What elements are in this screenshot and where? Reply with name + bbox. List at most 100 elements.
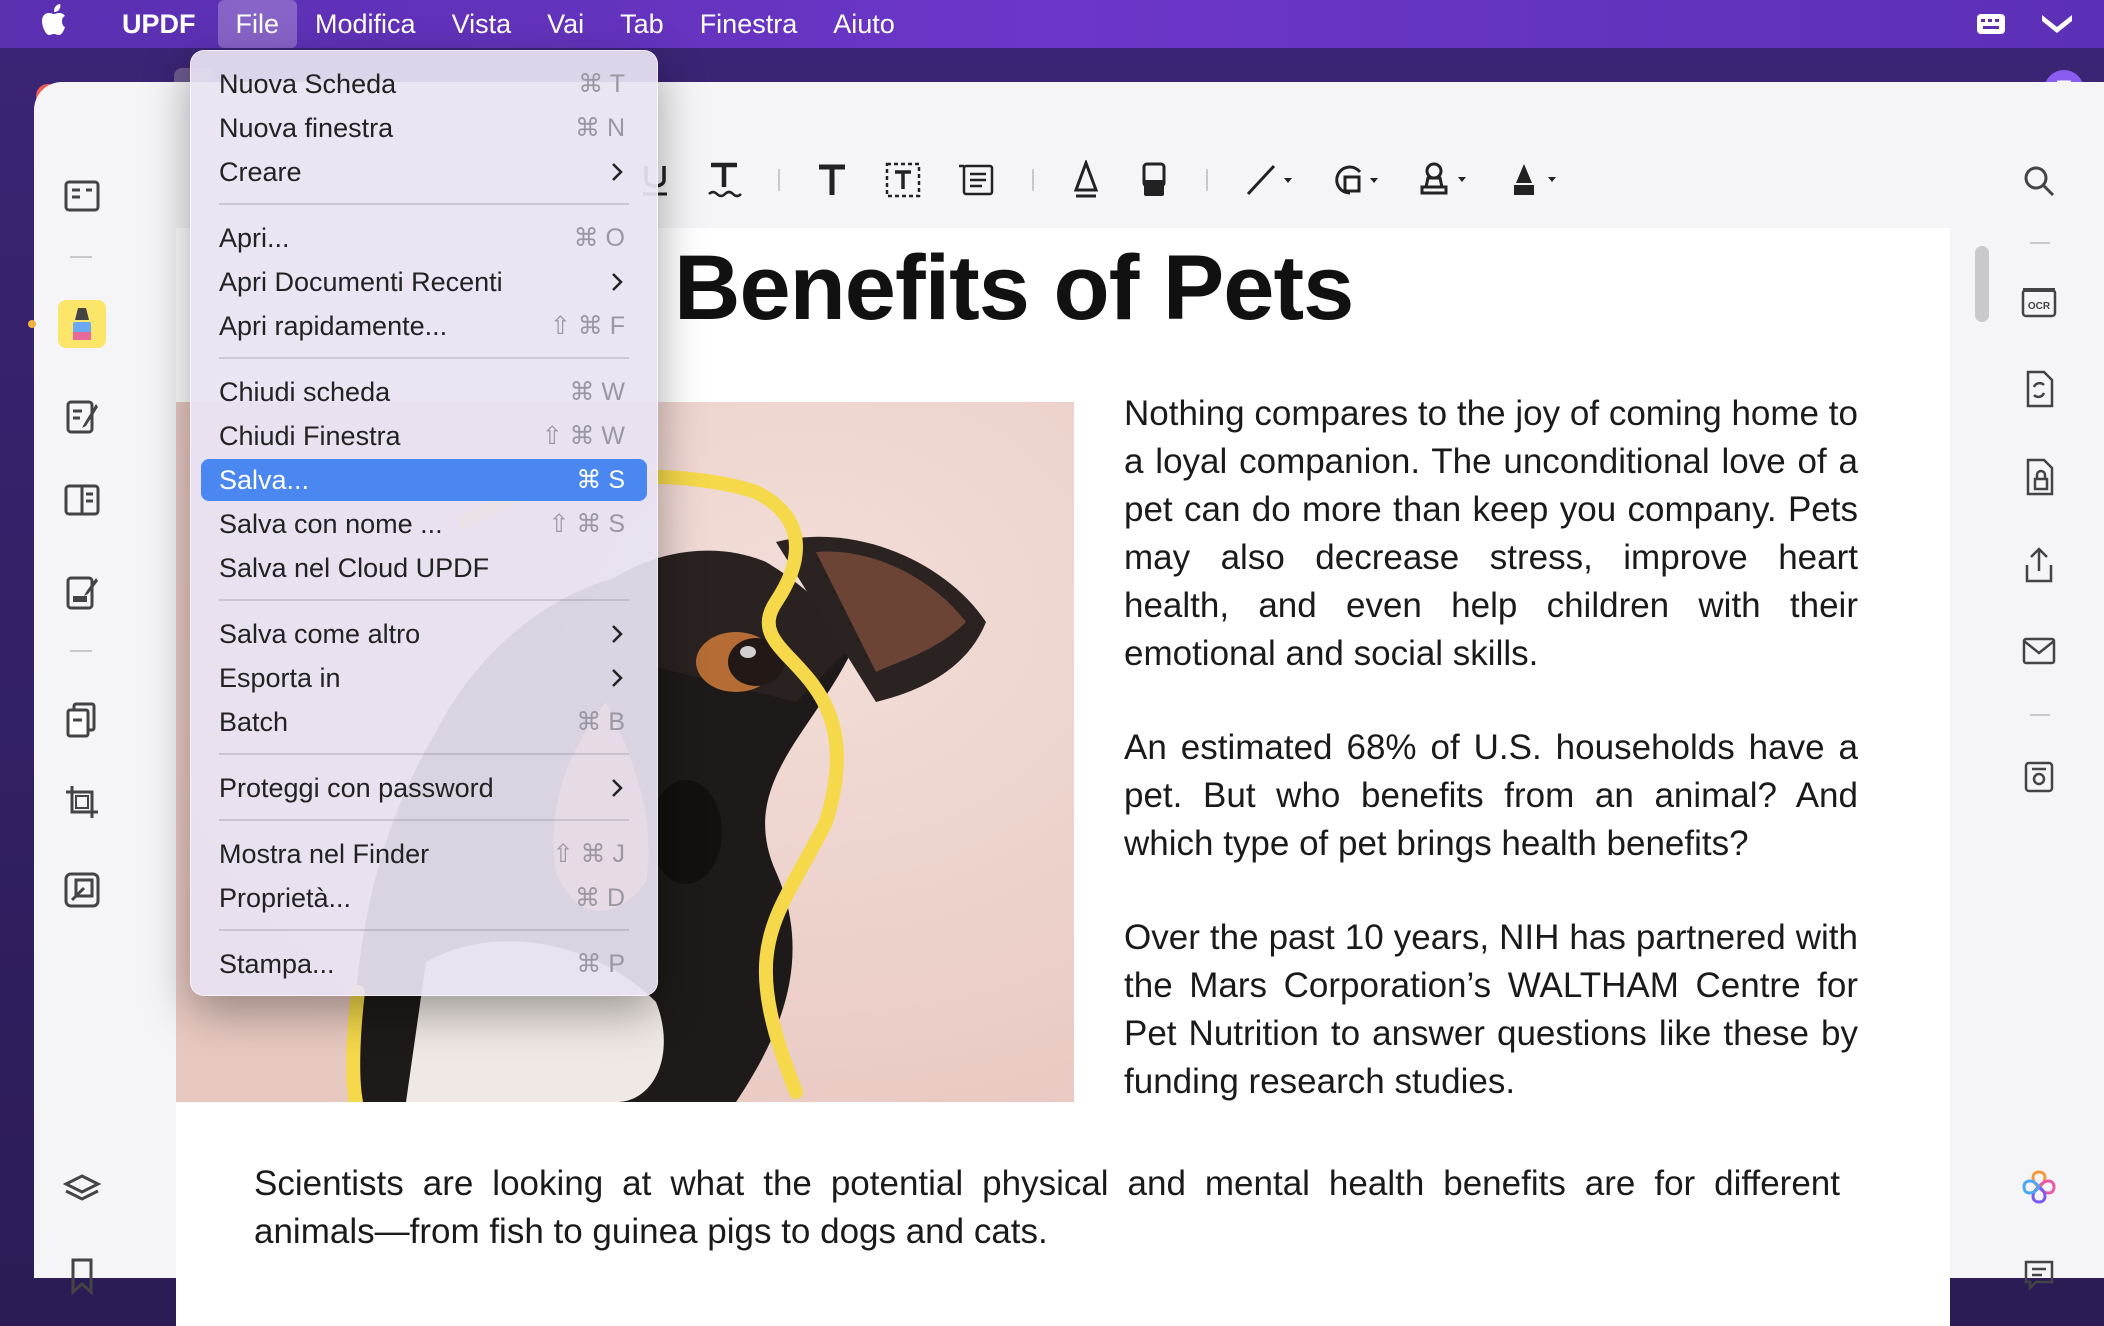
menu-item-label: Nuova finestra (219, 112, 394, 143)
text-icon[interactable] (816, 155, 848, 205)
menu-item-label: Chiudi Finestra (219, 420, 401, 451)
shortcut: ⌘ O (573, 224, 625, 252)
reader-mode-icon[interactable] (58, 172, 106, 220)
menu-vai[interactable]: Vai (529, 0, 602, 48)
signature-icon[interactable] (1508, 155, 1562, 205)
menu-item-esporta-in[interactable]: Esporta in (201, 657, 647, 699)
ocr-icon[interactable]: OCR (2018, 280, 2060, 322)
annotation-toolbar (640, 150, 1598, 210)
menu-separator (219, 929, 629, 931)
menu-file[interactable]: File (217, 0, 298, 48)
shortcut: ⌘ P (576, 950, 625, 978)
layers-icon[interactable] (58, 1166, 106, 1214)
menu-item-label: Creare (219, 156, 302, 187)
menu-tab[interactable]: Tab (602, 0, 682, 48)
compress-tools-icon[interactable] (58, 866, 106, 914)
shortcut: ⇧ ⌘ S (548, 510, 625, 538)
comment-highlighter-icon[interactable] (58, 300, 106, 348)
shortcut: ⇧ ⌘ W (541, 422, 625, 450)
ai-assistant-icon[interactable] (2018, 1166, 2060, 1208)
menu-aiuto[interactable]: Aiuto (815, 0, 913, 48)
menu-item-creare[interactable]: Creare (201, 151, 647, 193)
comment-list-icon[interactable] (2018, 1254, 2060, 1296)
updf-status-icon[interactable] (2040, 11, 2074, 37)
menu-item-salva[interactable]: Salva... ⌘ S (201, 459, 647, 501)
shape-icon[interactable] (1330, 155, 1382, 205)
paragraph-2: An estimated 68% of U.S. households have… (1124, 728, 1858, 863)
menu-item-label: Nuova Scheda (219, 68, 397, 99)
shortcut: ⌘ D (575, 884, 625, 912)
protect-pdf-icon[interactable] (2018, 456, 2060, 498)
chevron-right-icon (611, 272, 623, 292)
chevron-right-icon (611, 778, 623, 798)
menu-item-label: Proteggi con password (219, 772, 494, 803)
menu-item-nuova-finestra[interactable]: Nuova finestra ⌘ N (201, 107, 647, 149)
menu-item-proprieta[interactable]: Proprietà... ⌘ D (201, 877, 647, 919)
menu-item-chiudi-finestra[interactable]: Chiudi Finestra ⇧ ⌘ W (201, 415, 647, 457)
menu-separator (219, 753, 629, 755)
apple-icon[interactable] (36, 4, 76, 44)
menu-item-apri-documenti-recenti[interactable]: Apri Documenti Recenti (201, 261, 647, 303)
menu-item-proteggi-con-password[interactable]: Proteggi con password (201, 767, 647, 809)
chevron-right-icon (611, 162, 623, 182)
menu-item-label: Proprietà... (219, 882, 352, 913)
crop-pages-icon[interactable] (58, 778, 106, 826)
paragraph-3: Over the past 10 years, NIH has partnere… (1124, 918, 1858, 1101)
convert-pdf-icon[interactable] (2018, 368, 2060, 410)
pencil-icon[interactable] (1070, 155, 1102, 205)
stamp-icon[interactable] (1418, 155, 1472, 205)
organize-pages-icon[interactable] (58, 696, 106, 744)
menu-item-salva-nel-cloud[interactable]: Salva nel Cloud UPDF (201, 547, 647, 589)
menu-item-mostra-nel-finder[interactable]: Mostra nel Finder ⇧ ⌘ J (201, 833, 647, 875)
text-callout-icon[interactable] (958, 155, 996, 205)
menu-item-salva-con-nome[interactable]: Salva con nome ... ⇧ ⌘ S (201, 503, 647, 545)
share-icon[interactable] (2018, 544, 2060, 586)
menu-item-apri-rapidamente[interactable]: Apri rapidamente... ⇧ ⌘ F (201, 305, 647, 347)
shortcut: ⌘ S (576, 466, 625, 494)
menu-item-nuova-scheda[interactable]: Nuova Scheda ⌘ T (201, 63, 647, 105)
menu-item-chiudi-scheda[interactable]: Chiudi scheda ⌘ W (201, 371, 647, 413)
menu-updf[interactable]: UPDF (104, 0, 218, 48)
line-icon[interactable] (1244, 155, 1294, 205)
search-icon[interactable] (2018, 160, 2060, 202)
menu-item-label: Salva... (219, 464, 310, 495)
menu-bar: UPDF File Modifica Vista Vai Tab Finestr… (0, 0, 2104, 48)
bookmark-icon[interactable] (58, 1252, 106, 1300)
squiggly-text-icon[interactable] (706, 155, 742, 205)
text-box-icon[interactable] (884, 155, 922, 205)
file-dropdown-menu: Nuova Scheda ⌘ T Nuova finestra ⌘ N Crea… (190, 50, 658, 996)
menu-separator (219, 357, 629, 359)
eraser-icon[interactable] (1138, 155, 1170, 205)
keyboard-status-icon[interactable] (1976, 12, 2006, 36)
menu-item-label: Stampa... (219, 948, 335, 979)
edit-pdf-icon[interactable] (58, 392, 106, 440)
sidebar-divider (70, 650, 92, 652)
document-title: Benefits of Pets (674, 237, 1354, 339)
sidebar-divider (70, 256, 92, 258)
menu-separator (219, 599, 629, 601)
shortcut: ⇧ ⌘ J (552, 840, 625, 868)
shortcut: ⇧ ⌘ F (549, 312, 625, 340)
menu-item-label: Batch (219, 706, 289, 737)
menu-item-label: Mostra nel Finder (219, 838, 430, 869)
toolbar-divider (1206, 169, 1208, 191)
menu-item-label: Chiudi scheda (219, 376, 391, 407)
chevron-right-icon (611, 624, 623, 644)
menu-item-salva-come-altro[interactable]: Salva come altro (201, 613, 647, 655)
menu-item-batch[interactable]: Batch ⌘ B (201, 701, 647, 743)
save-icon[interactable] (2018, 756, 2060, 798)
menu-vista[interactable]: Vista (434, 0, 530, 48)
mail-icon[interactable] (2018, 630, 2060, 672)
menu-item-label: Apri Documenti Recenti (219, 266, 503, 297)
vertical-scrollbar[interactable] (1975, 246, 1989, 322)
fill-sign-icon[interactable] (58, 568, 106, 616)
page-layout-icon[interactable] (58, 476, 106, 524)
menu-item-apri[interactable]: Apri... ⌘ O (201, 217, 647, 259)
menu-separator (219, 203, 629, 205)
active-indicator-dot (28, 320, 36, 328)
menu-modifica[interactable]: Modifica (297, 0, 434, 48)
chevron-right-icon (611, 668, 623, 688)
menu-item-label: Salva come altro (219, 618, 421, 649)
menu-item-stampa[interactable]: Stampa... ⌘ P (201, 943, 647, 985)
menu-finestra[interactable]: Finestra (682, 0, 816, 48)
